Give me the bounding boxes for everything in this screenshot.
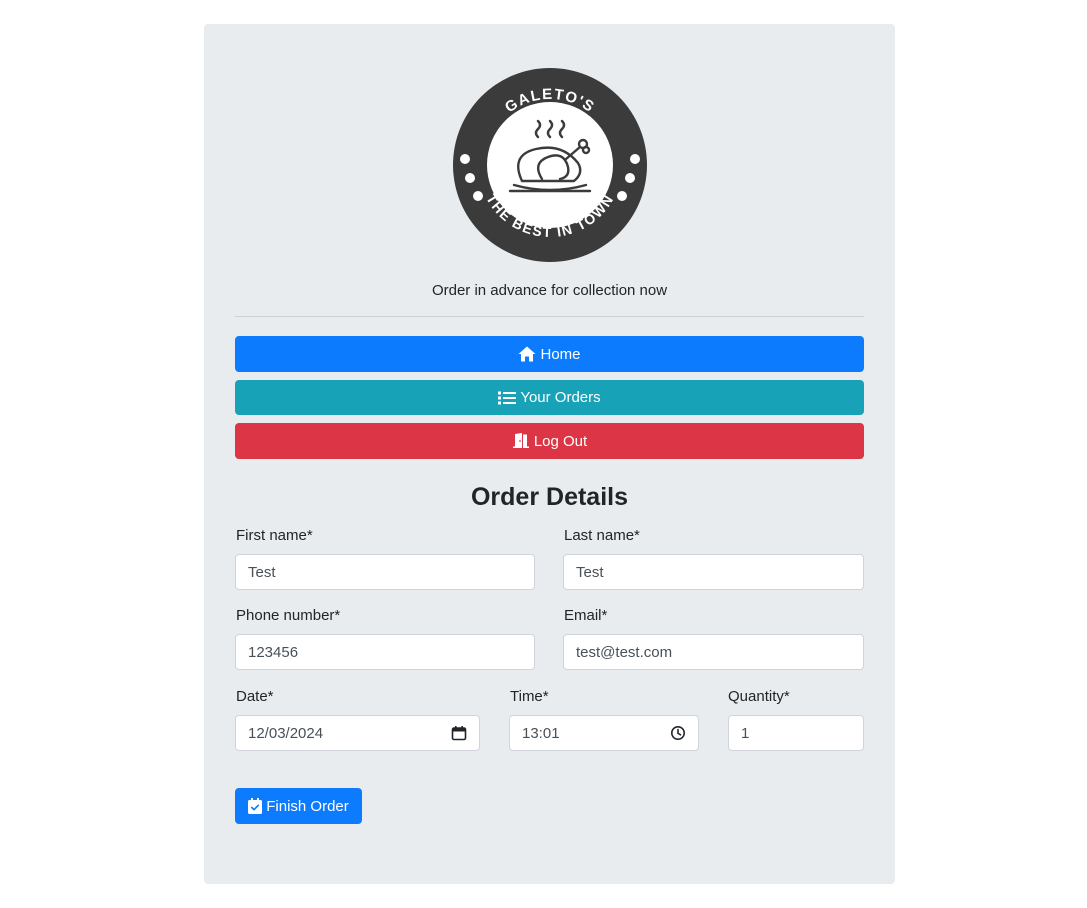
finish-order-button-label: Finish Order	[266, 797, 349, 815]
quantity-input[interactable]: 1	[728, 715, 864, 751]
email-input[interactable]: test@test.com	[563, 634, 864, 670]
door-open-icon	[512, 433, 529, 448]
date-label: Date*	[236, 688, 274, 705]
first-name-label: First name*	[236, 527, 313, 544]
finish-order-button[interactable]: Finish Order	[235, 788, 362, 824]
home-button-label: Home	[540, 345, 581, 363]
clock-icon[interactable]	[670, 725, 686, 741]
order-card: GALETO'S THE BEST IN TOWN Order in advan…	[204, 24, 895, 884]
phone-number-label: Phone number*	[236, 607, 341, 624]
home-icon	[518, 346, 536, 362]
time-value: 13:01	[522, 724, 560, 742]
phone-number-input[interactable]: 123456	[235, 634, 535, 670]
last-name-input[interactable]: Test	[563, 554, 864, 590]
date-value: 12/03/2024	[248, 724, 324, 742]
last-name-label: Last name*	[564, 527, 640, 544]
quantity-label: Quantity*	[728, 688, 790, 705]
email-value: test@test.com	[576, 643, 673, 661]
form-title: Order Details	[470, 483, 628, 511]
your-orders-button-label: Your Orders	[520, 389, 601, 406]
log-out-button[interactable]: Log Out	[235, 423, 864, 459]
divider	[235, 316, 864, 317]
time-label: Time*	[510, 688, 549, 705]
galetos-logo: GALETO'S THE BEST IN TOWN	[453, 68, 647, 262]
date-input[interactable]: 12/03/2024	[235, 715, 480, 751]
tagline: Order in advance for collection now	[431, 282, 668, 299]
your-orders-button[interactable]: Your Orders	[235, 380, 864, 415]
list-icon	[498, 391, 517, 404]
home-button[interactable]: Home	[235, 336, 864, 372]
calendar-check-icon	[248, 798, 263, 814]
last-name-value: Test	[576, 563, 604, 581]
first-name-input[interactable]: Test	[235, 554, 535, 590]
log-out-button-label: Log Out	[533, 432, 588, 450]
quantity-value: 1	[741, 724, 750, 742]
first-name-value: Test	[248, 563, 276, 581]
phone-number-value: 123456	[248, 643, 299, 661]
time-input[interactable]: 13:01	[509, 715, 699, 751]
calendar-icon[interactable]	[451, 725, 467, 741]
email-label: Email*	[564, 607, 608, 624]
